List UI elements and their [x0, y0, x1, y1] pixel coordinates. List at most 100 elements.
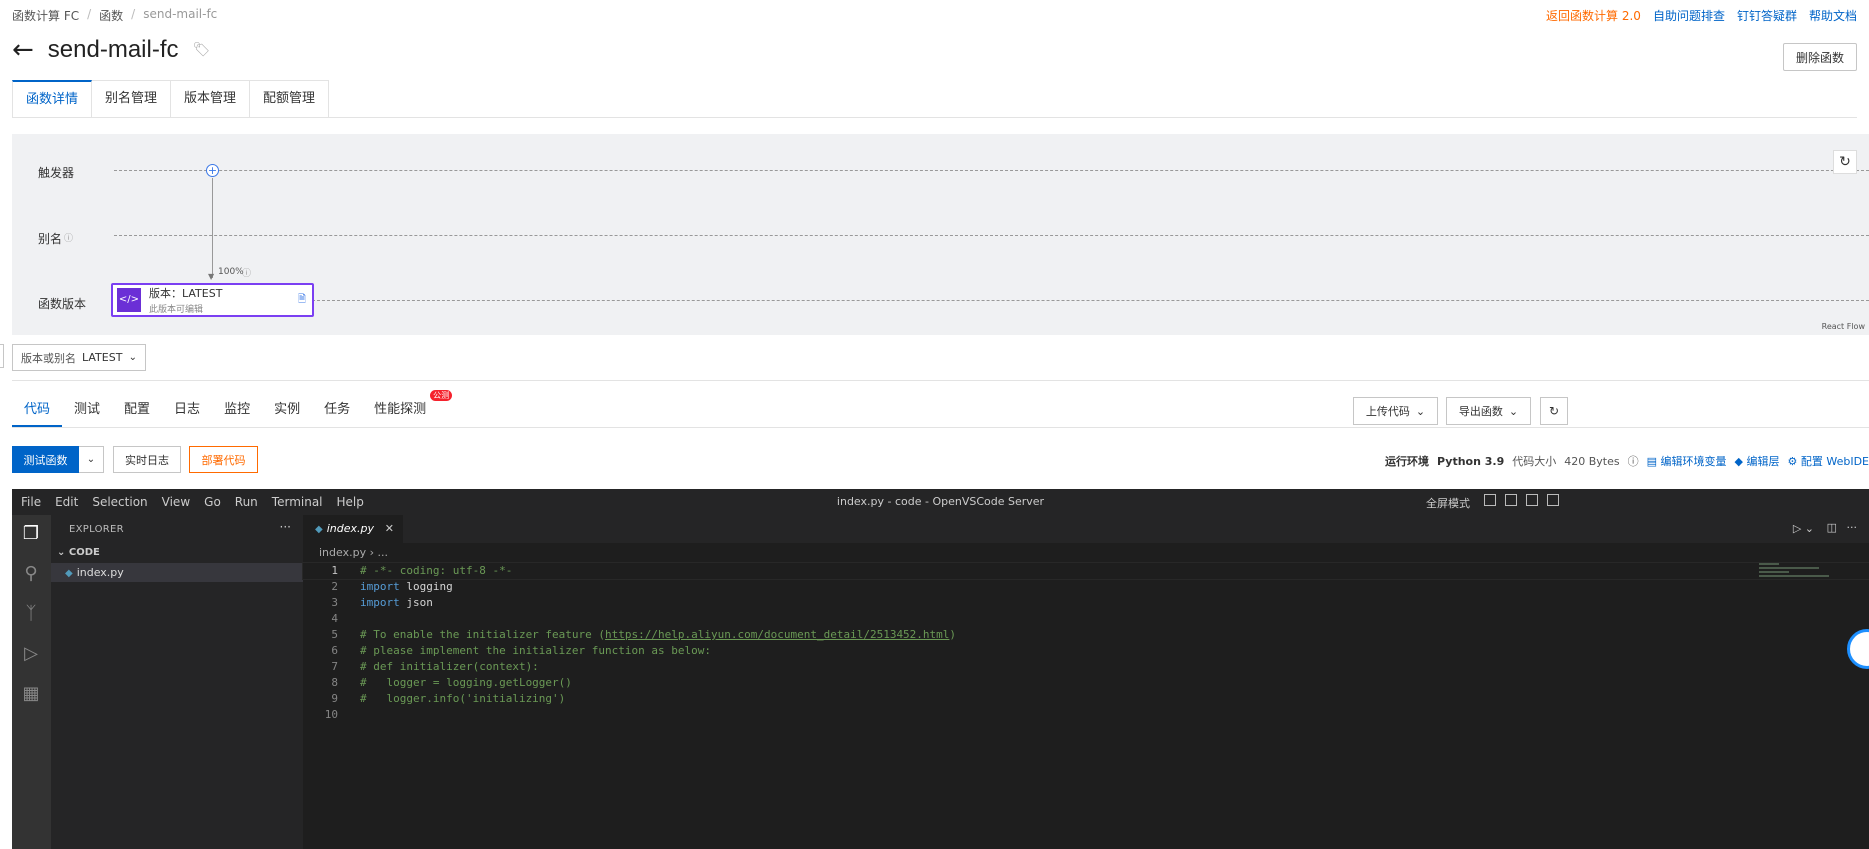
code-line[interactable]: 2 import logging — [303, 579, 1869, 595]
tab-tasks[interactable]: 任务 — [312, 396, 362, 427]
menu-help[interactable]: Help — [330, 495, 371, 509]
code-line[interactable]: 9 # logger.info('initializing') — [303, 691, 1869, 707]
run-debug-icon[interactable]: ▷ — [20, 643, 42, 665]
source-control-icon[interactable]: ᛉ — [20, 603, 42, 625]
file-index-py[interactable]: ◆ index.py — [51, 563, 303, 582]
back-arrow-icon[interactable]: ← — [12, 37, 34, 63]
code-line[interactable]: 8 # logger = logging.getLogger() — [303, 675, 1869, 691]
export-function-button[interactable]: 导出函数 ⌄ — [1446, 397, 1531, 425]
vscode-menubar: File Edit Selection View Go Run Terminal… — [12, 489, 1869, 515]
explorer-title: EXPLORER — [69, 524, 124, 535]
code-text[interactable]: import json — [360, 595, 433, 611]
code-text[interactable]: # logger.info('initializing') — [360, 691, 565, 707]
line-number: 6 — [331, 644, 338, 657]
tab-alias-management[interactable]: 别名管理 — [92, 80, 172, 117]
dingtalk-link[interactable]: 钉钉答疑群 — [1737, 7, 1797, 24]
run-python-icon[interactable]: ▷ ⌄ — [1793, 522, 1814, 535]
menu-go[interactable]: Go — [197, 495, 228, 509]
explorer-icon[interactable]: ❐ — [20, 523, 42, 545]
version-alias-select[interactable]: 版本或别名 LATEST ⌄ — [12, 344, 146, 371]
lane-line — [114, 170, 1869, 171]
edit-layer-link[interactable]: ◆ 编辑层 — [1735, 453, 1780, 469]
divider — [12, 380, 1869, 381]
config-webide-label: 配置 WebIDE — [1800, 455, 1869, 468]
self-help-link[interactable]: 自助问题排查 — [1653, 7, 1725, 24]
refresh-icon[interactable]: ↻ — [1540, 397, 1568, 425]
test-dropdown-chevron-icon[interactable]: ⌄ — [79, 446, 104, 473]
document-icon[interactable]: 🗎 — [298, 292, 306, 309]
main-tabs: 函数详情 别名管理 版本管理 配额管理 — [12, 80, 1857, 118]
code-line[interactable]: 7 # def initializer(context): — [303, 659, 1869, 675]
code-line[interactable]: 5 # To enable the initializer feature (ht… — [303, 627, 1869, 643]
help-docs-link[interactable]: 帮助文档 — [1809, 7, 1857, 24]
tab-version-management[interactable]: 版本管理 — [171, 80, 251, 117]
config-webide-link[interactable]: ⚙ 配置 WebIDE — [1787, 453, 1869, 469]
deploy-code-button[interactable]: 部署代码 — [189, 446, 258, 473]
menu-file[interactable]: File — [12, 495, 48, 509]
split-editor-icon[interactable]: ◫ — [1827, 521, 1837, 534]
code-text[interactable]: # def initializer(context): — [360, 659, 539, 675]
search-icon[interactable]: ⚲ — [20, 563, 42, 585]
menu-terminal[interactable]: Terminal — [265, 495, 330, 509]
extensions-icon[interactable]: ▦ — [20, 683, 42, 705]
upload-code-button[interactable]: 上传代码 ⌄ — [1353, 397, 1438, 425]
tag-icon[interactable]: 🏷 — [193, 42, 211, 58]
code-text[interactable]: # To enable the initializer feature (htt… — [360, 627, 956, 643]
editor-tab-index-py[interactable]: ◆ index.py ✕ — [303, 515, 403, 543]
close-icon[interactable]: ✕ — [385, 515, 394, 543]
tab-monitor[interactable]: 监控 — [212, 396, 262, 427]
breadcrumb-functions[interactable]: 函数 — [99, 7, 123, 24]
toggle-panel-icon[interactable] — [1505, 494, 1517, 506]
code-text[interactable]: # logger = logging.getLogger() — [360, 675, 572, 691]
collapsed-panel-handle[interactable] — [0, 344, 4, 368]
code-line[interactable]: 6 # please implement the initializer func… — [303, 643, 1869, 659]
tab-test[interactable]: 测试 — [62, 396, 112, 427]
traffic-percent: 100% — [218, 267, 244, 277]
runtime-label: 运行环境 — [1385, 455, 1430, 468]
menu-selection[interactable]: Selection — [85, 495, 154, 509]
tab-performance-probe[interactable]: 性能探测 公测 — [362, 390, 453, 427]
refresh-icon[interactable]: ↻ — [1833, 150, 1857, 174]
code-lines[interactable]: 1 # -*- coding: utf-8 -*- 2 import logging 3… — [302, 562, 1869, 723]
code-line[interactable]: 3 import json — [303, 595, 1869, 611]
folder-code[interactable]: ⌄ CODE — [57, 547, 100, 558]
more-actions-icon[interactable]: ··· — [280, 520, 291, 534]
help-icon[interactable]: ⓘ — [242, 266, 251, 279]
tab-config[interactable]: 配置 — [112, 396, 162, 427]
code-text[interactable]: # please implement the initializer funct… — [360, 643, 711, 659]
chevron-down-icon: ⌄ — [1508, 404, 1519, 418]
code-line[interactable]: 4 — [303, 611, 1869, 627]
test-function-button[interactable]: 测试函数 — [12, 446, 79, 473]
tab-function-details[interactable]: 函数详情 — [12, 80, 93, 117]
menu-run[interactable]: Run — [228, 495, 265, 509]
edit-env-link[interactable]: ▤ 编辑环境变量 — [1647, 453, 1727, 469]
code-text[interactable]: # -*- coding: utf-8 -*- — [360, 563, 512, 579]
tab-quota-management[interactable]: 配额管理 — [250, 80, 330, 117]
editor-breadcrumb[interactable]: index.py › ... — [303, 543, 1869, 563]
code-text[interactable]: import logging — [360, 579, 453, 595]
menu-edit[interactable]: Edit — [48, 495, 85, 509]
delete-function-button[interactable]: 删除函数 — [1782, 43, 1857, 71]
help-icon[interactable]: ⓘ — [1628, 453, 1639, 469]
breadcrumb: 函数计算 FC / 函数 / send-mail-fc — [12, 7, 217, 24]
menu-view[interactable]: View — [155, 495, 197, 509]
add-trigger-icon[interactable]: + — [206, 164, 219, 177]
realtime-log-button[interactable]: 实时日志 — [113, 446, 181, 473]
code-line[interactable]: 10 — [303, 707, 1869, 723]
code-line[interactable]: 1 # -*- coding: utf-8 -*- — [302, 562, 1869, 580]
tab-instances[interactable]: 实例 — [262, 396, 312, 427]
back-fc2-link[interactable]: 返回函数计算 2.0 — [1546, 7, 1641, 24]
fullscreen-button[interactable]: 全屏模式 — [1426, 495, 1470, 511]
version-node[interactable]: </> 版本：LATEST 此版本可编辑 🗎 — [111, 283, 314, 317]
toggle-secondary-sidebar-icon[interactable] — [1526, 494, 1538, 506]
customize-layout-icon[interactable] — [1547, 494, 1559, 506]
minimap[interactable] — [1759, 563, 1839, 591]
lane-line — [114, 235, 1869, 236]
react-flow-attribution[interactable]: React Flow — [1822, 322, 1865, 331]
help-icon[interactable]: ⓘ — [64, 231, 73, 244]
toggle-sidebar-icon[interactable] — [1484, 494, 1496, 506]
more-actions-icon[interactable]: ··· — [1847, 521, 1858, 534]
tab-logs[interactable]: 日志 — [162, 396, 212, 427]
tab-code[interactable]: 代码 — [12, 396, 63, 427]
breadcrumb-fc[interactable]: 函数计算 FC — [12, 7, 79, 24]
